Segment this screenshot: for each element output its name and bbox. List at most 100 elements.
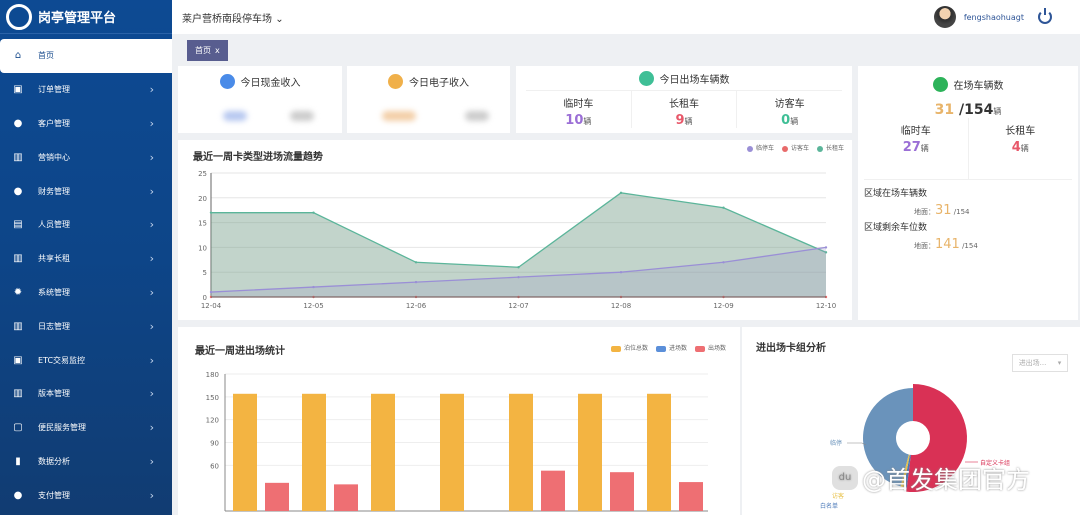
label-line	[847, 442, 867, 446]
power-icon[interactable]	[1038, 8, 1052, 24]
x-tick-label: 12-07	[508, 302, 528, 310]
home-icon: ⌂	[14, 50, 22, 62]
sidebar-item[interactable]: ▤ 人员管理 ›	[0, 208, 172, 242]
line-chart-card: 最近一周卡类型进场流量趋势 临停车 访客车 长租车 0 5 10 15 20 25 12-04 1…	[178, 140, 852, 320]
sidebar-item-label: 数据分析	[38, 456, 70, 466]
bar	[233, 393, 257, 511]
chevron-right-icon: ›	[149, 116, 154, 130]
exit-vehicles-card: 今日出场车辆数 临时车 10辆 长租车 9辆 访客车 0辆	[516, 66, 852, 133]
sidebar-item[interactable]: ✹ 系统管理 ›	[0, 276, 172, 310]
car-icon	[638, 70, 654, 86]
sidebar-item-label: 日志管理	[38, 321, 70, 331]
watermark-text: @首发集团官方	[862, 466, 1030, 494]
chevron-right-icon: ›	[149, 319, 154, 333]
data-point	[312, 211, 315, 214]
stat-label: 临时车	[900, 126, 931, 137]
sidebar-nav: ⌂ 首页 ▣ 订单管理 › ● 客户管理 › ▥ 营销中心 › ● 财务管理 › ▤ 人员管理 › ▥ 共享长租 › ✹…	[0, 39, 172, 512]
header: 莱户营桥南段停车场 ⌄ fengshaohuagt	[172, 0, 1080, 34]
parking-lot-selector[interactable]: 莱户营桥南段停车场 ⌄	[182, 10, 284, 25]
data-point	[414, 280, 418, 284]
sidebar-item-label: 系统管理	[38, 287, 70, 297]
stat-value: 0	[781, 113, 791, 128]
chevron-right-icon: ›	[149, 184, 154, 198]
y-tick-label: 180	[206, 371, 219, 379]
chevron-right-icon: ›	[149, 218, 154, 232]
bar	[578, 393, 602, 511]
stat-value: 4	[1011, 140, 1021, 155]
x-tick-label: 12-10	[816, 302, 836, 310]
sidebar-item[interactable]: ▣ 订单管理 ›	[0, 73, 172, 107]
train-icon: ▢	[13, 422, 23, 434]
sidebar-item[interactable]: ● 支付管理 ›	[0, 478, 172, 512]
close-icon[interactable]: x	[215, 46, 220, 55]
y-tick-label: 25	[198, 170, 207, 178]
card-title: 今日出场车辆数	[659, 74, 730, 86]
chevron-right-icon: ›	[149, 454, 154, 468]
tab-label: 首页	[195, 46, 211, 55]
sidebar-item[interactable]: ● 客户管理 ›	[0, 107, 172, 141]
money-bag-icon: ●	[13, 489, 23, 501]
onsite-total: /154	[959, 102, 994, 118]
unit: 辆	[920, 144, 929, 153]
chevron-right-icon: ›	[149, 150, 154, 164]
electronic-income-card: 今日电子收入	[347, 66, 510, 133]
sidebar-item[interactable]: ▥ 营销中心 ›	[0, 140, 172, 174]
chevron-right-icon: ›	[149, 252, 154, 266]
data-point	[209, 290, 213, 294]
cash-income-card: 今日现金收入	[178, 66, 342, 133]
baidu-logo-icon: du	[832, 465, 858, 490]
unit: 辆	[993, 107, 1002, 116]
sidebar: 岗亭管理平台 ⌂ 首页 ▣ 订单管理 › ● 客户管理 › ▥ 营销中心 › ● 财务管理 › ▤ 人员管理 ›…	[0, 0, 172, 515]
y-tick-label: 15	[198, 220, 207, 228]
wallet-icon	[388, 73, 403, 89]
sidebar-item-label: ETC交易监控	[38, 355, 86, 365]
data-point	[517, 275, 520, 279]
sidebar-item-label: 首页	[38, 51, 54, 61]
y-tick-label: 0	[203, 294, 207, 302]
sidebar-item[interactable]: ⌂ 首页	[0, 39, 172, 73]
username[interactable]: fengshaohuagt	[964, 13, 1024, 22]
parking-lot-name: 莱户营桥南段停车场	[182, 13, 272, 25]
building-icon: ▥	[13, 151, 23, 163]
stat-label: 长租车	[1005, 126, 1036, 137]
sidebar-item[interactable]: ▮ 数据分析 ›	[0, 445, 172, 479]
chevron-right-icon: ›	[149, 488, 154, 502]
stat-item: 访客车 0辆	[737, 91, 842, 128]
sidebar-item[interactable]: ▥ 版本管理 ›	[0, 377, 172, 411]
app-title: 岗亭管理平台	[38, 11, 117, 26]
card-title: 今日现金收入	[240, 77, 301, 89]
y-tick-label: 20	[198, 195, 207, 203]
app-logo[interactable]: 岗亭管理平台	[0, 0, 172, 34]
stat-value: 9	[675, 113, 685, 128]
data-point	[824, 246, 828, 249]
bar	[541, 470, 565, 511]
sidebar-item[interactable]: ▢ 便民服务管理 ›	[0, 411, 172, 445]
onsite-current: 31	[934, 102, 955, 118]
avatar[interactable]	[933, 6, 956, 28]
sidebar-item[interactable]: ▣ ETC交易监控 ›	[0, 343, 172, 377]
clipboard-icon: ▣	[13, 354, 23, 366]
region-count-value: 31	[935, 203, 952, 218]
chevron-down-icon: ⌄	[275, 13, 284, 25]
logo-icon	[6, 3, 32, 30]
y-tick-label: 90	[210, 440, 219, 448]
bar-chart-card: 最近一周进出场统计 泊位总数 进场数 出场数 60 90 120 150 180	[178, 327, 740, 515]
sidebar-item-label: 营销中心	[38, 152, 70, 162]
sidebar-item[interactable]: ▥ 共享长租 ›	[0, 242, 172, 276]
chevron-right-icon: ›	[149, 285, 154, 299]
tab-home[interactable]: 首页 x	[187, 40, 228, 61]
region-free-value: 141	[935, 237, 960, 252]
sidebar-item[interactable]: ● 财务管理 ›	[0, 174, 172, 208]
y-tick-label: 120	[206, 417, 219, 425]
user-icon: ●	[13, 117, 23, 129]
card-title: 今日电子收入	[409, 77, 469, 89]
sidebar-item-label: 便民服务管理	[38, 423, 86, 433]
car-icon	[932, 76, 948, 92]
stat-value: 10	[565, 113, 584, 128]
sidebar-item[interactable]: ▥ 日志管理 ›	[0, 309, 172, 343]
bar-chart-icon: ▮	[15, 455, 21, 467]
data-point	[209, 211, 213, 214]
sidebar-item-label: 订单管理	[38, 85, 70, 95]
money-bag-icon: ●	[13, 185, 23, 197]
stat-item: 长租车 4辆	[969, 118, 1073, 179]
